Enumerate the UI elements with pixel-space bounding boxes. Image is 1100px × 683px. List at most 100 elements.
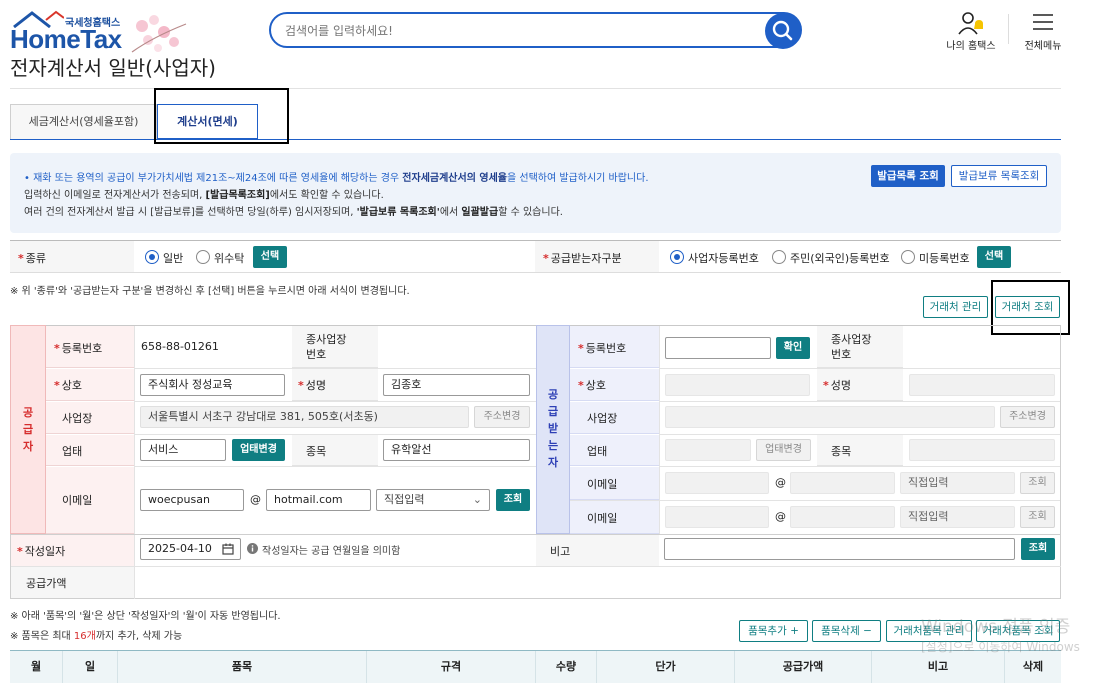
info-icon: [247, 543, 258, 554]
supplier-bizitem-label-cell: [292, 435, 378, 466]
receiver-email2-search-button[interactable]: 조회: [1020, 506, 1055, 528]
item-add-button[interactable]: 품목추가 +: [739, 620, 808, 642]
supplier-email-label: 이메일: [62, 494, 93, 507]
supplier-email-id-input[interactable]: woecpusan: [140, 489, 244, 511]
supplier-email-select[interactable]: 직접입력 ⌄: [376, 489, 490, 511]
receiver-company-label: * 상호: [578, 379, 607, 392]
supplier-biztype-change-button[interactable]: 업태변경: [232, 439, 285, 461]
receiver-email1-select[interactable]: 직접입력: [900, 472, 1015, 494]
supplier-email-domain-input[interactable]: hotmail.com: [266, 489, 371, 511]
kind-select-button[interactable]: 선택: [253, 246, 287, 268]
supplier-name-input[interactable]: 김종호: [383, 374, 530, 396]
search-icon: [772, 20, 793, 41]
receiver-reg-no-label: * 등록번호: [578, 342, 627, 355]
supplier-reg-no: 658-88-01261: [141, 340, 219, 353]
receiver-reg-no-input[interactable]: [665, 337, 771, 359]
info-line-1: • 재화 또는 용역의 공급이 부가가치세법 제21조~제24조에 따른 영세율…: [24, 173, 649, 184]
top-header: 국세청홈택스 HomeTax 나의 홈택스: [0, 0, 1100, 58]
receiver-radio-business[interactable]: [670, 250, 684, 264]
hometax-logo[interactable]: 국세청홈택스 HomeTax: [10, 10, 187, 54]
receiver-radio-unregistered-label: 미등록번호: [919, 252, 970, 265]
item-table-header: 월 일 품목 규격 수량 단가 공급가액 비고 삭제: [10, 650, 1061, 683]
receiver-email2-domain-input[interactable]: [790, 506, 895, 528]
item-limit-note: ※ 품목은 최대 16개까지 추가, 삭제 가능: [10, 631, 183, 642]
supply-amount-label: 공급가액: [26, 577, 67, 590]
col-spec: 규격: [367, 651, 536, 683]
receiver-select-button[interactable]: 선택: [977, 246, 1011, 268]
supplier-address-input[interactable]: 서울특별시 서초구 강남대로 381, 505호(서초동): [140, 406, 469, 428]
my-hometax-button[interactable]: 나의 홈택스: [939, 10, 1003, 52]
item-delete-button[interactable]: 품목삭제 −: [812, 620, 881, 642]
receiver-radio-resident[interactable]: [772, 250, 786, 264]
supplier-biztype-label-cell: [46, 435, 134, 466]
tab-tax-invoice[interactable]: 세금계산서(영세율포함): [10, 104, 157, 140]
hamburger-menu-icon: [1033, 14, 1053, 30]
search-box: [269, 12, 802, 49]
receiver-email2-at: @: [775, 510, 786, 523]
remark-search-button[interactable]: 조회: [1021, 538, 1055, 560]
receiver-radio-resident-label: 주민(외국인)등록번호: [790, 252, 890, 265]
receiver-address-change-button[interactable]: 주소변경: [1000, 406, 1055, 428]
highlight-box-partner: [991, 280, 1070, 335]
search-button[interactable]: [765, 13, 801, 49]
write-date-hint: 작성일자는 공급 연월일을 의미함: [262, 546, 401, 557]
supplier-email-at: @: [250, 493, 261, 506]
receiver-side-label: 공급받는자: [536, 325, 570, 534]
write-date-input[interactable]: 2025-04-10: [140, 538, 241, 560]
receiver-radio-unregistered[interactable]: [901, 250, 915, 264]
chevron-down-icon: ⌄: [472, 493, 482, 506]
col-item: 품목: [118, 651, 367, 683]
receiver-biztype-input[interactable]: [665, 439, 751, 461]
receiver-confirm-button[interactable]: 확인: [776, 337, 810, 359]
page-title: 전자계산서 일반(사업자): [10, 56, 216, 80]
windows-activation-watermark-sub: [설정]으로 이동하여 Windows: [921, 640, 1080, 654]
info-box: • 재화 또는 용역의 공급이 부가가치세법 제21조~제24조에 따른 영세율…: [10, 153, 1061, 233]
receiver-biztype-change-button[interactable]: 업태변경: [756, 439, 811, 461]
supplier-company-input[interactable]: 주식회사 정성교육: [140, 374, 285, 396]
kind-radio-normal[interactable]: [145, 250, 159, 264]
supplier-email-search-button[interactable]: 조회: [496, 489, 530, 511]
receiver-bizitem-label: 종목: [831, 445, 852, 458]
user-bell-icon: [958, 12, 983, 35]
logo-title: HomeTax: [10, 24, 122, 54]
highlight-box-tab: [154, 88, 289, 144]
receiver-email1-domain-input[interactable]: [790, 472, 895, 494]
col-month: 월: [10, 651, 63, 683]
search-input[interactable]: [285, 22, 755, 40]
supplier-biztype-label: 업태: [62, 445, 83, 458]
col-supply-amount: 공급가액: [735, 651, 872, 683]
hold-list-button[interactable]: 발급보류 목록조회: [951, 165, 1047, 187]
receiver-radio-business-label: 사업자등록번호: [688, 252, 759, 265]
receiver-bizitem-input[interactable]: [909, 439, 1055, 461]
receiver-biztype-label-cell: [570, 435, 660, 466]
receiver-email2-select[interactable]: 직접입력: [900, 506, 1015, 528]
receiver-biztype-label: 업태: [587, 445, 608, 458]
change-notice: ※ 위 '종류'와 '공급받는자 구분'을 변경하신 후 [선택] 버튼을 누르…: [10, 286, 410, 297]
issue-list-button[interactable]: 발급목록 조회: [871, 165, 945, 187]
receiver-email1-at: @: [775, 476, 786, 489]
supplier-bizitem-input[interactable]: 유학알선: [383, 439, 530, 461]
supplier-biztype-input[interactable]: 서비스: [140, 439, 226, 461]
kind-label: * 종류: [18, 252, 47, 265]
supplier-reg-no-label: * 등록번호: [54, 342, 103, 355]
receiver-email2-id-input[interactable]: [665, 506, 769, 528]
receiver-branch-label: 종사업장 번호: [831, 333, 872, 361]
all-menu-button[interactable]: 전체메뉴: [1011, 10, 1075, 52]
receiver-address-input[interactable]: [665, 406, 995, 428]
remark-input[interactable]: [664, 538, 1015, 560]
item-month-note: ※ 아래 '품목'의 '월'은 상단 '작성일자'의 '월'이 자동 반영됩니다…: [10, 611, 281, 622]
receiver-email1-id-input[interactable]: [665, 472, 769, 494]
partner-manage-button[interactable]: 거래처 관리: [923, 296, 988, 318]
receiver-company-input[interactable]: [665, 374, 810, 396]
kind-radio-consign[interactable]: [196, 250, 210, 264]
supplier-address-change-button[interactable]: 주소변경: [474, 406, 530, 428]
col-qty: 수량: [536, 651, 597, 683]
windows-activation-watermark: Windows 정품 인증: [921, 617, 1071, 637]
receiver-name-label: * 성명: [823, 379, 852, 392]
receiver-name-input[interactable]: [909, 374, 1055, 396]
kind-radio-normal-label: 일반: [163, 252, 184, 265]
receiver-email1-search-button[interactable]: 조회: [1020, 472, 1055, 494]
remark-label: 비고: [550, 545, 571, 558]
col-remark: 비고: [872, 651, 1005, 683]
supplier-bizitem-label: 종목: [306, 445, 327, 458]
